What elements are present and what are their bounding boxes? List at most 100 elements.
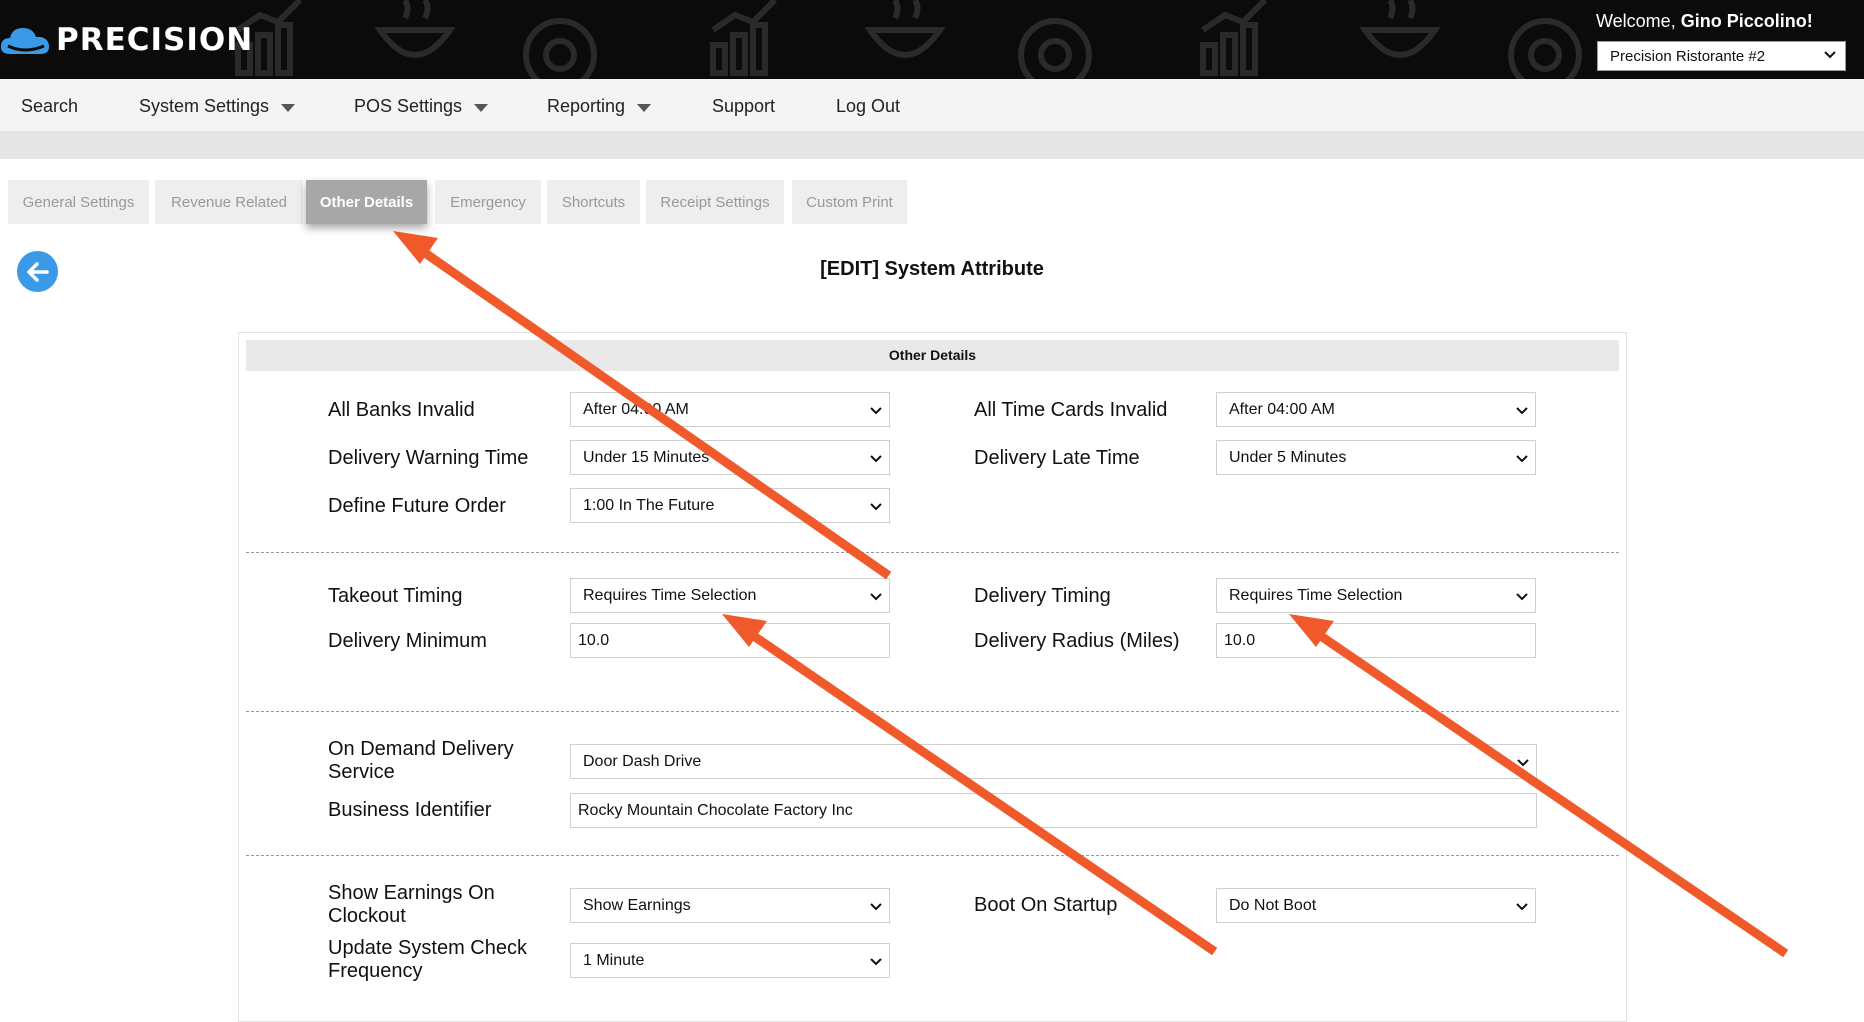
delivery-warning-time-label: Delivery Warning Time xyxy=(328,447,529,469)
chevron-down-icon xyxy=(1516,593,1528,601)
select-value: Requires Time Selection xyxy=(583,587,757,604)
chevron-down-icon xyxy=(870,903,882,911)
label-line: Show Earnings On xyxy=(328,882,495,904)
delivery-timing-label: Delivery Timing xyxy=(974,585,1111,607)
label-line: Update System Check xyxy=(328,937,527,959)
show-earnings-label: Show Earnings On Clockout xyxy=(328,882,495,928)
nav-support[interactable]: Support xyxy=(712,96,775,117)
nav-log-out-label: Log Out xyxy=(836,96,901,116)
delivery-radius-input[interactable]: 10.0 xyxy=(1216,623,1536,658)
caret-down-icon xyxy=(637,103,652,112)
nav-support-label: Support xyxy=(712,96,776,116)
chevron-down-icon xyxy=(1516,455,1528,463)
nav-reporting[interactable]: Reporting xyxy=(547,96,652,117)
chevron-down-icon xyxy=(870,593,882,601)
chevron-down-icon xyxy=(1517,759,1529,767)
delivery-late-time-label: Delivery Late Time xyxy=(974,447,1140,469)
business-identifier-label: Business Identifier xyxy=(328,799,492,821)
select-value: Door Dash Drive xyxy=(583,753,702,770)
select-value: Under 5 Minutes xyxy=(1229,449,1347,466)
tab-receipt-settings[interactable]: Receipt Settings xyxy=(646,180,784,224)
delivery-radius-label: Delivery Radius (Miles) xyxy=(974,630,1180,652)
nav-system-settings[interactable]: System Settings xyxy=(139,96,296,117)
select-value: Show Earnings xyxy=(583,897,691,914)
nav-system-settings-label: System Settings xyxy=(139,96,270,116)
tab-label: Other Details xyxy=(319,193,414,211)
section-divider xyxy=(246,711,1619,712)
tab-custom-print[interactable]: Custom Print xyxy=(792,180,907,224)
all-banks-invalid-label: All Banks Invalid xyxy=(328,399,475,421)
delivery-late-time-select[interactable]: Under 5 Minutes xyxy=(1216,440,1536,475)
chevron-down-icon xyxy=(870,503,882,511)
main-nav: Search System Settings POS Settings Repo… xyxy=(0,79,1864,131)
logo-text: PRECISION xyxy=(56,22,254,58)
define-future-order-label: Define Future Order xyxy=(328,495,506,517)
location-select-value: Precision Ristorante #2 xyxy=(1610,48,1766,65)
welcome-prefix: Welcome, xyxy=(1596,11,1681,31)
delivery-warning-time-select[interactable]: Under 15 Minutes xyxy=(570,440,890,475)
section-divider xyxy=(246,552,1619,553)
page-title: [EDIT] System Attribute xyxy=(820,258,1044,280)
delivery-minimum-label: Delivery Minimum xyxy=(328,630,487,652)
define-future-order-select[interactable]: 1:00 In The Future xyxy=(570,488,890,523)
tab-emergency[interactable]: Emergency xyxy=(435,180,541,224)
nav-search[interactable]: Search xyxy=(21,96,78,117)
all-time-cards-invalid-select[interactable]: After 04:00 AM xyxy=(1216,392,1536,427)
takeout-timing-label: Takeout Timing xyxy=(328,585,463,607)
boot-on-startup-select[interactable]: Do Not Boot xyxy=(1216,888,1536,923)
all-banks-invalid-select[interactable]: After 04:00 AM xyxy=(570,392,890,427)
chevron-down-icon xyxy=(870,455,882,463)
tab-general-settings[interactable]: General Settings xyxy=(8,180,149,224)
all-time-cards-invalid-label: All Time Cards Invalid xyxy=(974,399,1168,421)
label-line: Frequency xyxy=(328,960,423,982)
boot-on-startup-label: Boot On Startup xyxy=(974,894,1118,916)
update-frequency-select[interactable]: 1 Minute xyxy=(570,943,890,978)
precision-logo[interactable]: PRECISION xyxy=(0,20,253,60)
tab-shortcuts[interactable]: Shortcuts xyxy=(547,180,640,224)
caret-down-icon xyxy=(281,103,296,112)
top-header: PRECISION Welcome, Gino Piccolino! Preci… xyxy=(0,0,1864,79)
chevron-down-icon xyxy=(870,958,882,966)
tab-revenue-related[interactable]: Revenue Related xyxy=(155,180,303,224)
tab-label: General Settings xyxy=(22,193,135,211)
chevron-down-icon xyxy=(1516,903,1528,911)
on-demand-delivery-label: On Demand Delivery Service xyxy=(328,738,514,784)
tab-label: Revenue Related xyxy=(171,193,287,211)
select-value: Under 15 Minutes xyxy=(583,449,710,466)
location-select[interactable]: Precision Ristorante #2 xyxy=(1597,41,1846,71)
chevron-down-icon xyxy=(1824,51,1836,59)
business-identifier-input[interactable]: Rocky Mountain Chocolate Factory Inc xyxy=(570,793,1537,828)
delivery-timing-select[interactable]: Requires Time Selection xyxy=(1216,578,1536,613)
caret-down-icon xyxy=(474,103,489,112)
tab-label: Receipt Settings xyxy=(660,193,770,211)
update-frequency-label: Update System Check Frequency xyxy=(328,937,527,983)
nav-separator-band xyxy=(0,131,1864,159)
delivery-minimum-input[interactable]: 10.0 xyxy=(570,623,890,658)
user-name: Gino Piccolino! xyxy=(1680,11,1813,31)
tab-label: Shortcuts xyxy=(561,193,626,211)
nav-pos-settings[interactable]: POS Settings xyxy=(354,96,489,117)
nav-search-label: Search xyxy=(21,96,79,116)
nav-pos-settings-label: POS Settings xyxy=(354,96,463,116)
select-value: Requires Time Selection xyxy=(1229,587,1403,604)
on-demand-delivery-select[interactable]: Door Dash Drive xyxy=(570,744,1537,779)
select-value: 1 Minute xyxy=(583,952,645,969)
tab-other-details[interactable]: Other Details xyxy=(306,180,427,224)
header-background-pattern xyxy=(235,0,1582,79)
chevron-down-icon xyxy=(870,407,882,415)
tab-label: Custom Print xyxy=(806,193,893,211)
nav-reporting-label: Reporting xyxy=(547,96,626,116)
label-line: Clockout xyxy=(328,905,406,927)
label-line: Service xyxy=(328,761,395,783)
nav-log-out[interactable]: Log Out xyxy=(836,96,900,117)
select-value: Do Not Boot xyxy=(1229,897,1317,914)
label-line: On Demand Delivery xyxy=(328,738,514,760)
select-value: 1:00 In The Future xyxy=(583,497,715,514)
takeout-timing-select[interactable]: Requires Time Selection xyxy=(570,578,890,613)
select-value: After 04:00 AM xyxy=(1229,401,1335,418)
panel-header: Other Details xyxy=(246,340,1619,371)
show-earnings-select[interactable]: Show Earnings xyxy=(570,888,890,923)
chevron-down-icon xyxy=(1516,407,1528,415)
select-value: After 04:00 AM xyxy=(583,401,689,418)
tab-label: Emergency xyxy=(450,193,526,211)
